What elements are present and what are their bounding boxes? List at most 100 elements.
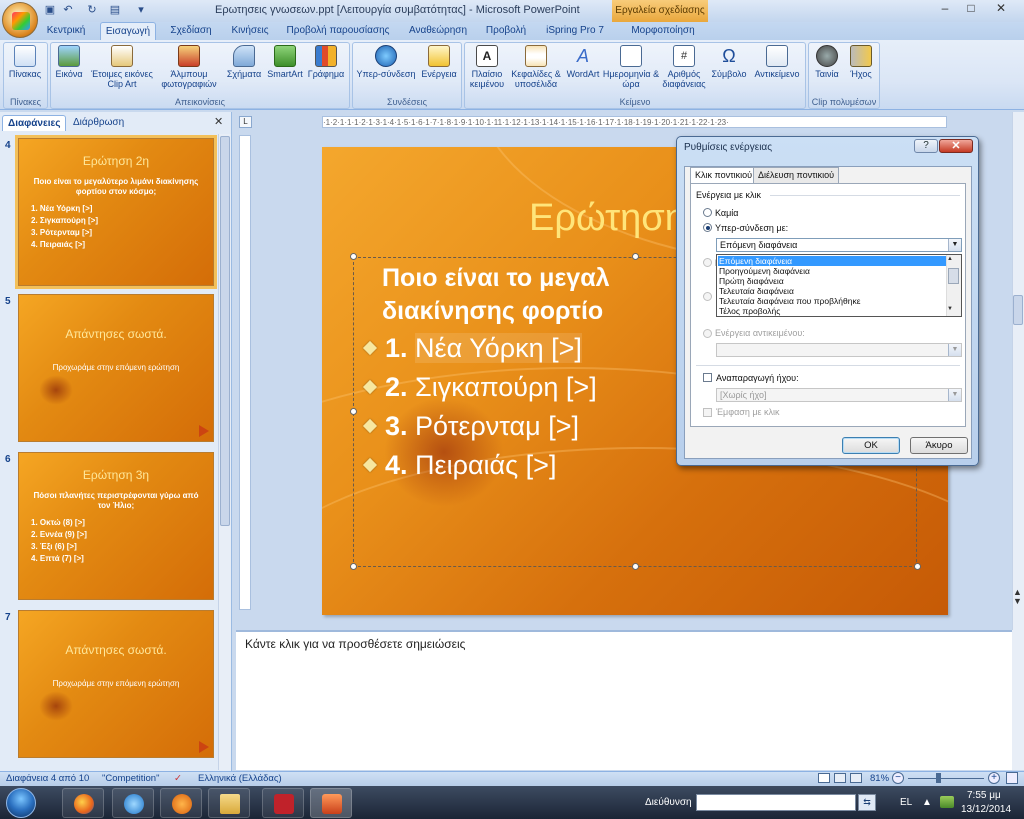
- powerpoint-taskbar-button[interactable]: [310, 788, 352, 818]
- resize-handle[interactable]: [350, 253, 357, 260]
- zoom-out-icon[interactable]: −: [892, 772, 904, 784]
- play-sound-label[interactable]: Αναπαραγωγή ήχου:: [716, 373, 799, 383]
- chart-button[interactable]: Γράφημα: [305, 45, 347, 97]
- clip-art-button[interactable]: Έτοιμες εικόνες Clip Art: [90, 45, 154, 97]
- resize-handle[interactable]: [632, 563, 639, 570]
- dialog-close-button[interactable]: ✕: [939, 139, 973, 153]
- slide-thumbnail-5[interactable]: Απάντησες σωστά. Προχωράμε στην επόμενη …: [18, 294, 214, 442]
- tab-review[interactable]: Αναθεώρηση: [403, 22, 473, 40]
- slide-thumbnail-7[interactable]: Απάντησες σωστά. Προχωράμε στην επόμενη …: [18, 610, 214, 758]
- dropdown-option[interactable]: Επόμενη διαφάνεια: [718, 256, 948, 266]
- radio-object-action[interactable]: [703, 329, 712, 338]
- slide-vertical-scrollbar[interactable]: [1012, 112, 1024, 630]
- minimize-button[interactable]: –: [932, 0, 958, 18]
- tab-animations[interactable]: Κινήσεις: [225, 22, 275, 40]
- vertical-ruler[interactable]: [239, 135, 251, 610]
- radio-none[interactable]: [703, 208, 712, 217]
- hyperlink-dropdown-list[interactable]: Επόμενη διαφάνεια Προηγούμενη διαφάνεια …: [716, 254, 962, 317]
- radio-hyperlink-label[interactable]: Υπερ-σύνδεση με:: [715, 223, 788, 233]
- radio-object-action-label[interactable]: Ενέργεια αντικειμένου:: [715, 328, 805, 338]
- photo-album-button[interactable]: Άλμπουμ φωτογραφιών: [156, 45, 222, 97]
- zoom-slider-thumb[interactable]: [936, 773, 941, 783]
- hyperlink-target-select[interactable]: Επόμενη διαφάνεια ▼: [716, 238, 962, 252]
- save-icon[interactable]: ▣: [42, 3, 58, 18]
- tab-ispring[interactable]: iSpring Pro 7: [542, 22, 608, 40]
- customize-toolbar-icon[interactable]: ▾: [133, 3, 149, 18]
- tab-stop-selector[interactable]: L: [239, 116, 252, 128]
- shapes-button[interactable]: Σχήματα: [224, 45, 264, 97]
- radio-run-program[interactable]: [703, 258, 712, 267]
- radio-none-label[interactable]: Καμία: [715, 208, 738, 218]
- tab-view[interactable]: Προβολή: [481, 22, 531, 40]
- slide-thumbnail-4[interactable]: Ερώτηση 2η Ποιο είναι το μεγαλύτερο λιμά…: [15, 135, 217, 289]
- explorer-taskbar-button[interactable]: [208, 788, 250, 818]
- wordart-button[interactable]: A WordArt: [564, 45, 602, 97]
- highlight-click-checkbox[interactable]: [703, 408, 712, 417]
- tab-outline[interactable]: Διάρθρωση: [68, 115, 129, 131]
- tab-mouse-over[interactable]: Διέλευση ποντικιού: [753, 167, 840, 183]
- slides-pane-scroll-thumb[interactable]: [220, 136, 230, 526]
- scroll-down-icon[interactable]: ▼: [947, 306, 953, 312]
- zoom-slider[interactable]: [908, 778, 984, 779]
- scroll-up-icon[interactable]: ▲: [947, 256, 953, 262]
- ok-button[interactable]: ΟΚ: [842, 437, 900, 454]
- media-player-taskbar-button[interactable]: [160, 788, 202, 818]
- highlight-click-label[interactable]: Έμφαση με κλικ: [716, 407, 780, 417]
- smartart-button[interactable]: SmartArt: [265, 45, 305, 97]
- clock-date[interactable]: 13/12/2014: [961, 804, 1011, 815]
- movie-button[interactable]: Ταινία: [810, 45, 844, 97]
- tab-slides[interactable]: Διαφάνειες: [2, 115, 67, 131]
- textbox-button[interactable]: A Πλαίσιο κειμένου: [466, 45, 508, 97]
- dropdown-scroll-thumb[interactable]: [948, 268, 959, 284]
- notes-placeholder[interactable]: Κάντε κλικ για να προσθέσετε σημειώσεις: [245, 637, 465, 651]
- start-button[interactable]: [6, 788, 36, 818]
- tab-mouse-click[interactable]: Κλικ ποντικιού: [690, 167, 758, 184]
- spellcheck-icon[interactable]: ✓: [174, 773, 182, 784]
- language-status[interactable]: Ελληνικά (Ελλάδας): [198, 773, 282, 784]
- quick-access-dropdown-icon[interactable]: ▤: [104, 3, 126, 18]
- tab-home[interactable]: Κεντρική: [40, 22, 92, 40]
- help-button[interactable]: ?: [914, 139, 938, 153]
- dropdown-option[interactable]: Τέλος προβολής: [718, 306, 948, 316]
- prev-next-slide-icon[interactable]: ▲ ▼: [1013, 588, 1022, 606]
- resize-handle[interactable]: [350, 563, 357, 570]
- address-input[interactable]: [696, 794, 856, 811]
- input-language-indicator[interactable]: EL: [900, 797, 912, 808]
- sound-button[interactable]: Ήχος: [844, 45, 878, 97]
- close-button[interactable]: ✕: [988, 0, 1014, 18]
- tab-design[interactable]: Σχεδίαση: [163, 22, 219, 40]
- app-taskbar-button[interactable]: [262, 788, 304, 818]
- header-footer-button[interactable]: Κεφαλίδες & υποσέλιδα: [508, 45, 564, 97]
- slideshow-view-icon[interactable]: [850, 773, 862, 783]
- dropdown-option[interactable]: Προηγούμενη διαφάνεια: [718, 266, 948, 276]
- sound-select[interactable]: [Χωρίς ήχο] ▼: [716, 388, 962, 402]
- tab-insert[interactable]: Εισαγωγή: [100, 22, 156, 41]
- zoom-level[interactable]: 81%: [870, 773, 889, 784]
- show-hidden-icons-icon[interactable]: ▲: [922, 797, 932, 808]
- table-button[interactable]: Πίνακας: [4, 45, 46, 97]
- zoom-in-icon[interactable]: +: [988, 772, 1000, 784]
- action-button[interactable]: Ενέργεια: [418, 45, 460, 97]
- network-icon[interactable]: [940, 796, 954, 808]
- dropdown-option[interactable]: Τελευταία διαφάνεια: [718, 286, 948, 296]
- tab-slideshow[interactable]: Προβολή παρουσίασης: [282, 22, 394, 40]
- symbol-button[interactable]: Ω Σύμβολο: [708, 45, 750, 97]
- resize-handle[interactable]: [350, 408, 357, 415]
- slide-sorter-icon[interactable]: [834, 773, 846, 783]
- ie-taskbar-button[interactable]: [112, 788, 154, 818]
- resize-handle[interactable]: [632, 253, 639, 260]
- slide-thumbnail-6[interactable]: Ερώτηση 3η Πόσοι πλανήτες περιστρέφονται…: [18, 452, 214, 600]
- dropdown-option[interactable]: Τελευταία διαφάνεια που προβλήθηκε: [718, 296, 948, 306]
- go-icon[interactable]: ⇆: [858, 794, 876, 811]
- resize-handle[interactable]: [914, 563, 921, 570]
- notes-scrollbar[interactable]: [1012, 630, 1024, 770]
- date-time-button[interactable]: Ημερομηνία & ώρα: [602, 45, 660, 97]
- slide-number-button[interactable]: # Αριθμός διαφάνειας: [660, 45, 708, 97]
- firefox-taskbar-button[interactable]: [62, 788, 104, 818]
- fit-to-window-icon[interactable]: [1006, 772, 1018, 784]
- maximize-button[interactable]: □: [958, 0, 984, 18]
- object-action-select[interactable]: ▼: [716, 343, 962, 357]
- office-button[interactable]: [2, 2, 38, 38]
- hyperlink-button[interactable]: Υπερ-σύνδεση: [354, 45, 418, 97]
- normal-view-icon[interactable]: [818, 773, 830, 783]
